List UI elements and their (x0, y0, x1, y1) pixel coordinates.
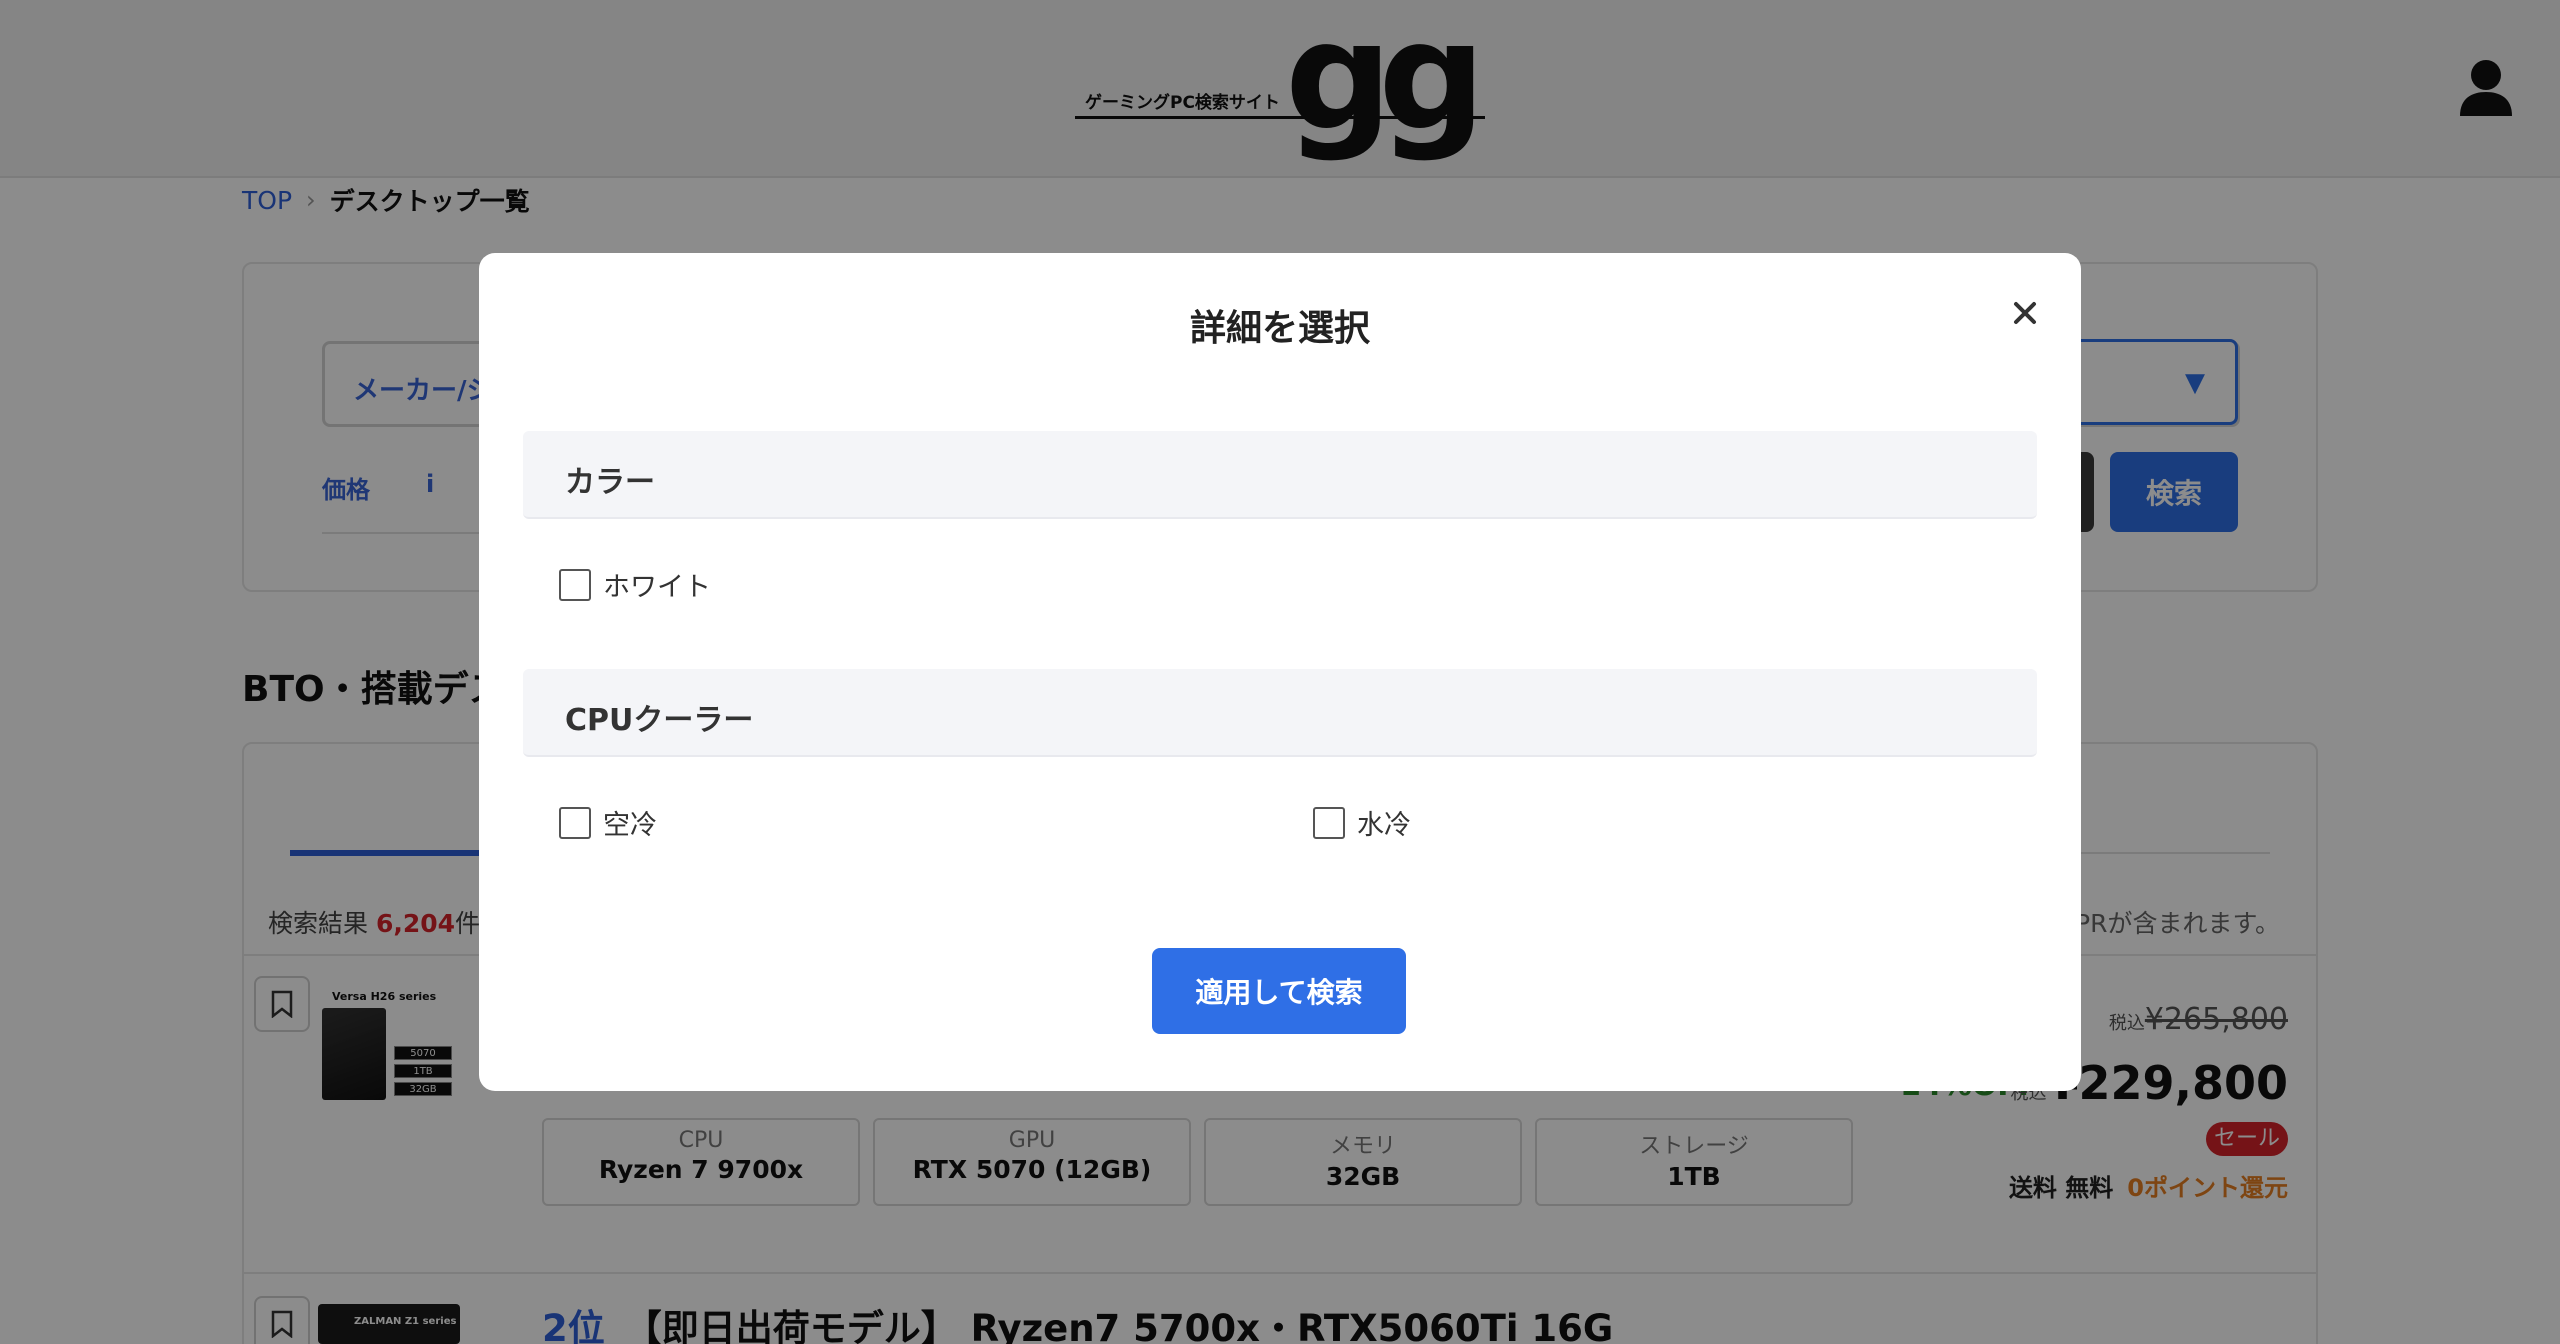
detail-filter-modal: 詳細を選択 カラー ホワイト CPUクーラー 空冷 水冷 適用して検索 (479, 253, 2081, 1091)
checkbox-box[interactable] (559, 568, 591, 601)
checkbox-white[interactable]: ホワイト (559, 565, 711, 604)
checkbox-box[interactable] (559, 806, 591, 839)
checkbox-label: 空冷 (603, 810, 657, 841)
group-header-color: カラー (523, 431, 2037, 519)
close-button[interactable] (2003, 291, 2047, 335)
group-title: CPUクーラー (565, 703, 754, 738)
checkbox-box[interactable] (1313, 806, 1345, 839)
checkbox-water-cooling[interactable]: 水冷 (1313, 803, 1411, 842)
checkbox-label: ホワイト (603, 572, 711, 603)
apply-search-button[interactable]: 適用して検索 (1152, 948, 1406, 1034)
checkbox-label: 水冷 (1357, 810, 1411, 841)
checkbox-air-cooling[interactable]: 空冷 (559, 803, 657, 842)
modal-title: 詳細を選択 (1189, 308, 1370, 349)
group-header-cpu-cooler: CPUクーラー (523, 669, 2037, 757)
group-title: カラー (565, 465, 655, 500)
close-icon (2014, 302, 2036, 324)
